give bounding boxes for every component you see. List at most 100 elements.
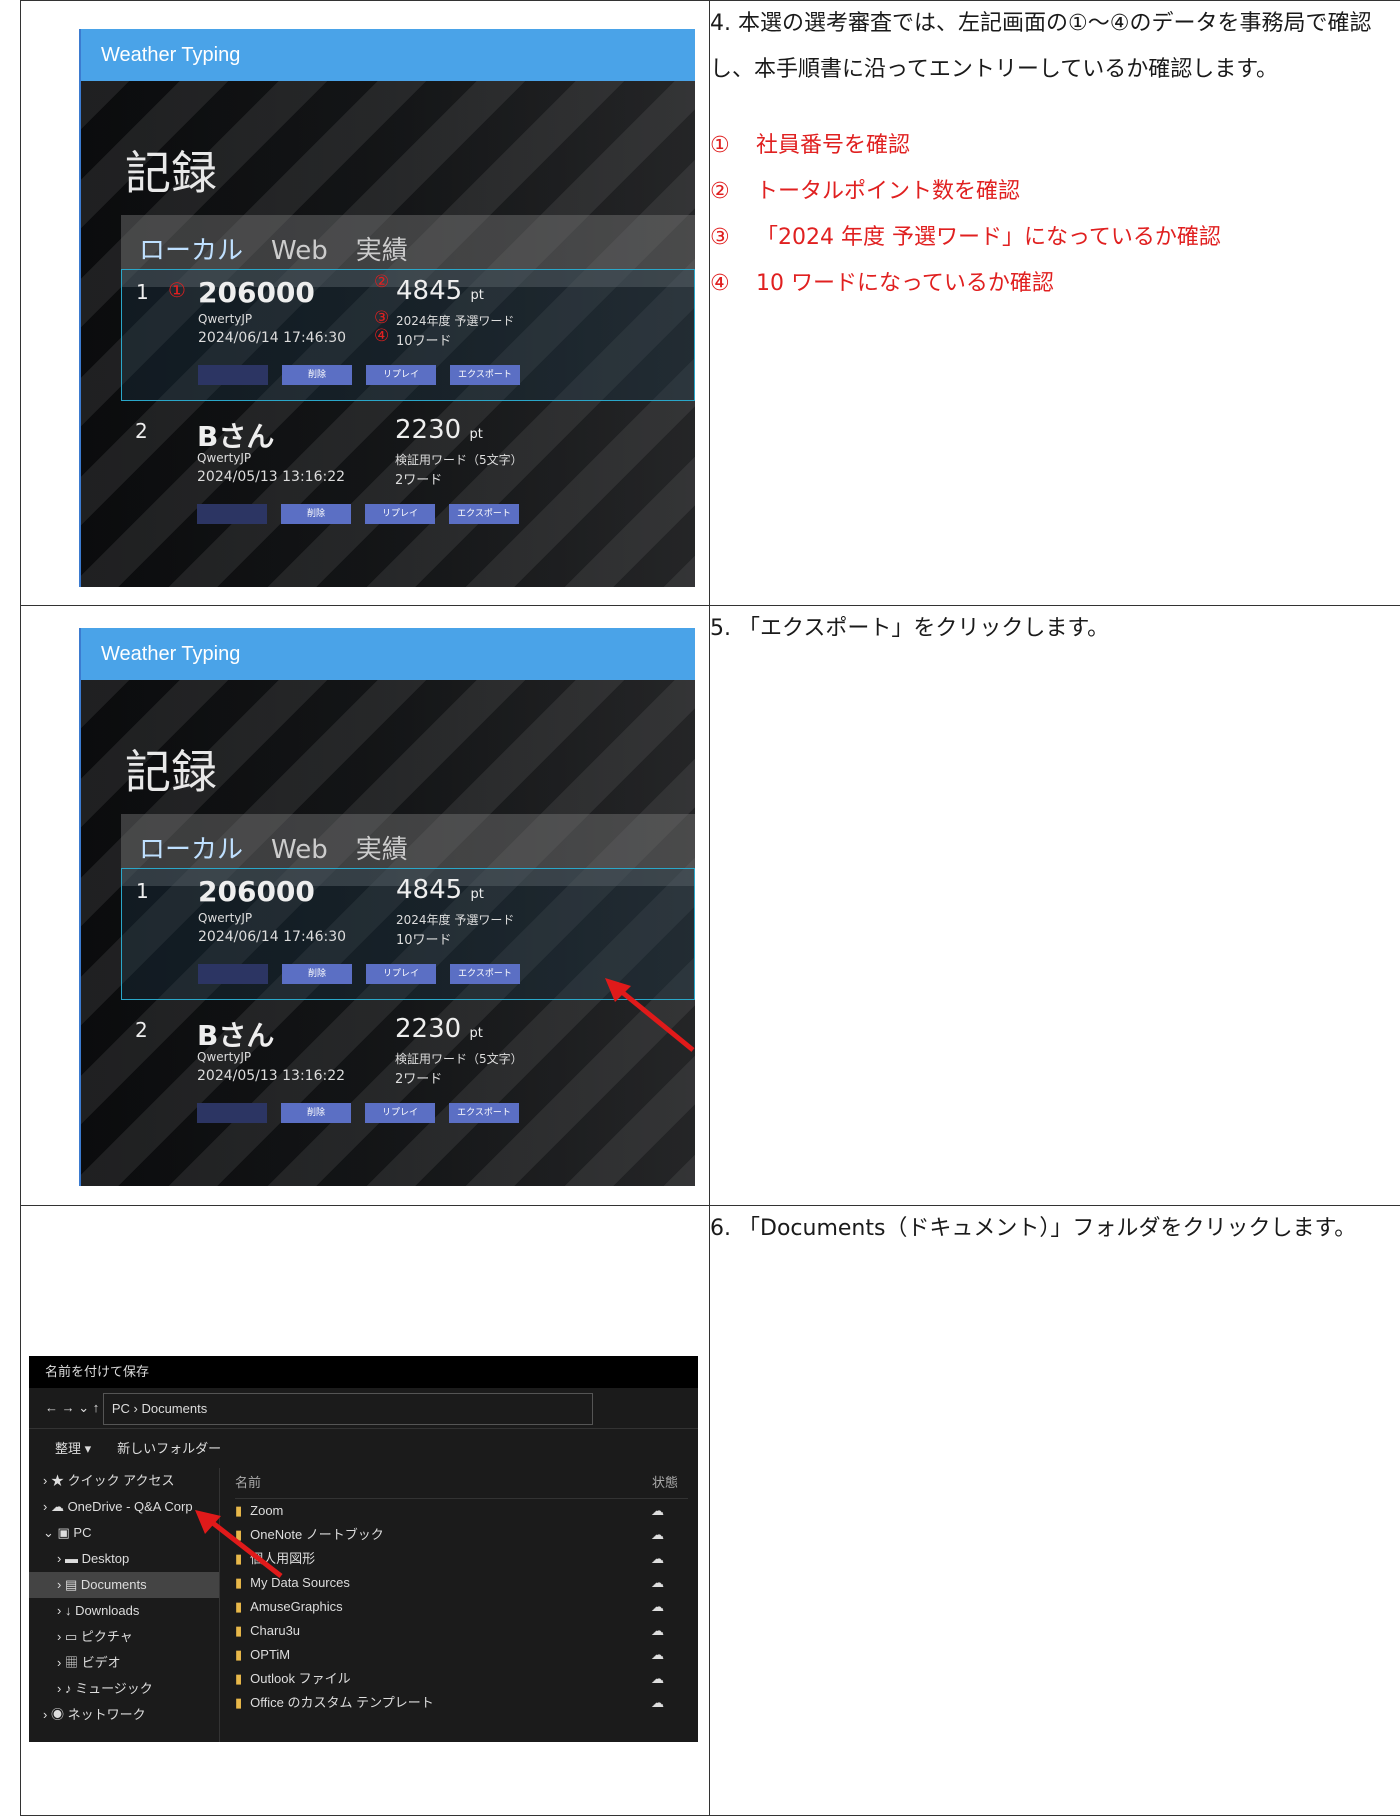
entry-user: QwertyJP — [197, 451, 252, 465]
entry-buttons: 削除 リプレイ エクスポート — [198, 362, 534, 385]
folder-row[interactable]: ▮ Office のカスタム テンプレート ☁ — [235, 1691, 688, 1715]
entry-user: QwertyJP — [198, 911, 253, 925]
record-entry[interactable]: 1 ① 206000 QwertyJP 2024/06/14 17:46:30 … — [121, 269, 695, 401]
screenshot-cell: Weather Typing 記録 ローカル Web 実績 1 206000 Qwe… — [20, 605, 710, 1206]
entry-name: 206000 — [198, 276, 315, 309]
entry-buttons: 削除 リプレイ エクスポート — [197, 501, 533, 524]
entry-rank: 1 — [136, 280, 149, 304]
replay-button[interactable]: リプレイ — [366, 964, 436, 984]
tab-local[interactable]: ローカル — [139, 236, 243, 266]
check-item: ④ 10 ワードになっているか確認 — [710, 271, 1054, 296]
screenshot-cell: Weather Typing 記録 ローカル Web 実績 1 ① 206000 Q… — [20, 0, 710, 606]
entry-rank: 2 — [135, 419, 148, 443]
nav-videos[interactable]: › ▦ ビデオ — [29, 1650, 219, 1676]
check-item: ② トータルポイント数を確認 — [710, 179, 1021, 204]
record-heading: 記録 — [125, 146, 217, 200]
red-arrow-icon — [605, 978, 695, 1052]
folder-row[interactable]: ▮ 個人用図形 ☁ — [235, 1547, 688, 1571]
entry-wordset: 2024年度 予選ワード — [396, 913, 515, 927]
entry-date: 2024/05/13 13:16:22 — [197, 469, 346, 485]
record-entry[interactable]: 2 Bさん QwertyJP 2024/05/13 13:16:22 2230 … — [121, 409, 695, 539]
disabled-button — [197, 504, 267, 524]
entry-name: Bさん — [197, 1019, 275, 1052]
check-list: ① 社員番号を確認 ② トータルポイント数を確認 ③ 「2024 年度 予選ワード」に… — [710, 123, 1400, 307]
tab-achievements[interactable]: 実績 — [356, 236, 408, 266]
tab-web[interactable]: Web — [271, 835, 328, 865]
delete-button[interactable]: 削除 — [282, 365, 352, 385]
nav-music[interactable]: › ♪ ミュージック — [29, 1676, 219, 1702]
nav-quick-access[interactable]: › ★ クイック アクセス — [29, 1468, 219, 1494]
marker-2: ② — [374, 272, 390, 292]
replay-button[interactable]: リプレイ — [365, 1103, 435, 1123]
tab-web[interactable]: Web — [271, 236, 328, 266]
save-as-dialog: 名前を付けて保存 ← → ⌄ ↑ PC › Documents 整理 ▾ 新しいフ… — [29, 1356, 698, 1742]
column-header: 名前 状態 — [235, 1468, 688, 1499]
entry-name: 206000 — [198, 875, 315, 908]
entry-user: QwertyJP — [198, 312, 253, 326]
entry-words: 2ワード — [395, 1072, 443, 1087]
entry-wordset: 検証用ワード（5文字） — [395, 1052, 523, 1066]
entry-buttons: 削除 リプレイ エクスポート — [197, 1100, 533, 1123]
entry-date: 2024/06/14 17:46:30 — [198, 330, 347, 346]
replay-button[interactable]: リプレイ — [366, 365, 436, 385]
instruction-cell: 6. 「Documents（ドキュメント）」フォルダをクリックします。 — [709, 1205, 1400, 1816]
tab-local[interactable]: ローカル — [139, 835, 243, 865]
address-bar: ← → ⌄ ↑ PC › Documents — [29, 1388, 698, 1429]
instruction-text: 4. 本選の選考審査では、左記画面の①～④のデータを事務局で確認し、本手順書に沿っ… — [710, 11, 1372, 82]
entry-rank: 2 — [135, 1018, 148, 1042]
file-list: 名前 状態 ▮ Zoom ☁ ▮ OneNote ノートブック ☁ ▮ 個人用図形 ☁ ▮ My… — [235, 1468, 688, 1715]
disabled-button — [198, 365, 268, 385]
entry-points: 2230 pt — [395, 1014, 483, 1044]
step-row-4: Weather Typing 記録 ローカル Web 実績 1 ① 206000 Q… — [20, 0, 1400, 606]
entry-date: 2024/05/13 13:16:22 — [197, 1068, 346, 1084]
entry-words: 10ワード — [396, 334, 452, 349]
entry-buttons: 削除 リプレイ エクスポート — [198, 961, 534, 984]
folder-row[interactable]: ▮ Charu3u ☁ — [235, 1619, 688, 1643]
app-title: Weather Typing — [81, 29, 695, 81]
delete-button[interactable]: 削除 — [281, 1103, 351, 1123]
folder-row[interactable]: ▮ OneNote ノートブック ☁ — [235, 1523, 688, 1547]
step-row-5: Weather Typing 記録 ローカル Web 実績 1 206000 Qwe… — [20, 605, 1400, 1206]
entry-name: Bさん — [197, 420, 275, 453]
marker-3: ③ — [374, 308, 390, 328]
new-folder-button[interactable]: 新しいフォルダー — [117, 1441, 221, 1456]
export-button[interactable]: エクスポート — [449, 1103, 519, 1123]
delete-button[interactable]: 削除 — [282, 964, 352, 984]
instruction-cell: 4. 本選の選考審査では、左記画面の①～④のデータを事務局で確認し、本手順書に沿っ… — [709, 0, 1400, 606]
folder-row[interactable]: ▮ AmuseGraphics ☁ — [235, 1595, 688, 1619]
nav-downloads[interactable]: › ↓ Downloads — [29, 1598, 219, 1624]
entry-rank: 1 — [136, 879, 149, 903]
nav-pictures[interactable]: › ▭ ピクチャ — [29, 1624, 219, 1650]
address-path[interactable]: PC › Documents — [102, 1392, 593, 1425]
dialog-title: 名前を付けて保存 — [29, 1356, 698, 1388]
entry-points: 2230 pt — [395, 415, 483, 445]
instruction-text: 6. 「Documents（ドキュメント）」フォルダをクリックします。 — [710, 1216, 1357, 1241]
tab-achievements[interactable]: 実績 — [356, 835, 408, 865]
folder-row[interactable]: ▮ Outlook ファイル ☁ — [235, 1667, 688, 1691]
app-title: Weather Typing — [81, 628, 695, 680]
marker-1: ① — [168, 278, 186, 302]
folder-row[interactable]: ▮ Zoom ☁ — [235, 1499, 688, 1523]
disabled-button — [197, 1103, 267, 1123]
toolbar: 整理 ▾ 新しいフォルダー — [29, 1429, 698, 1469]
folder-row[interactable]: ▮ OPTiM ☁ — [235, 1643, 688, 1667]
export-button[interactable]: エクスポート — [450, 365, 520, 385]
entry-words: 2ワード — [395, 473, 443, 488]
entry-user: QwertyJP — [197, 1050, 252, 1064]
delete-button[interactable]: 削除 — [281, 504, 351, 524]
nav-network[interactable]: › ◉ ネットワーク — [29, 1702, 219, 1728]
record-heading: 記録 — [125, 745, 217, 799]
entry-points: 4845 pt — [396, 875, 484, 905]
check-item: ③ 「2024 年度 予選ワード」になっているか確認 — [710, 225, 1221, 250]
export-button[interactable]: エクスポート — [449, 504, 519, 524]
folder-row[interactable]: ▮ My Data Sources ☁ — [235, 1571, 688, 1595]
entry-wordset: 検証用ワード（5文字） — [395, 453, 523, 467]
export-button[interactable]: エクスポート — [450, 964, 520, 984]
red-arrow-icon — [195, 1510, 283, 1578]
entry-date: 2024/06/14 17:46:30 — [198, 929, 347, 945]
organize-button[interactable]: 整理 ▾ — [55, 1441, 91, 1456]
replay-button[interactable]: リプレイ — [365, 504, 435, 524]
instruction-text: 5. 「エクスポート」をクリックします。 — [710, 616, 1110, 641]
instruction-cell: 5. 「エクスポート」をクリックします。 — [709, 605, 1400, 1206]
weather-typing-window: Weather Typing 記録 ローカル Web 実績 1 ① 206000 Q… — [79, 29, 695, 587]
